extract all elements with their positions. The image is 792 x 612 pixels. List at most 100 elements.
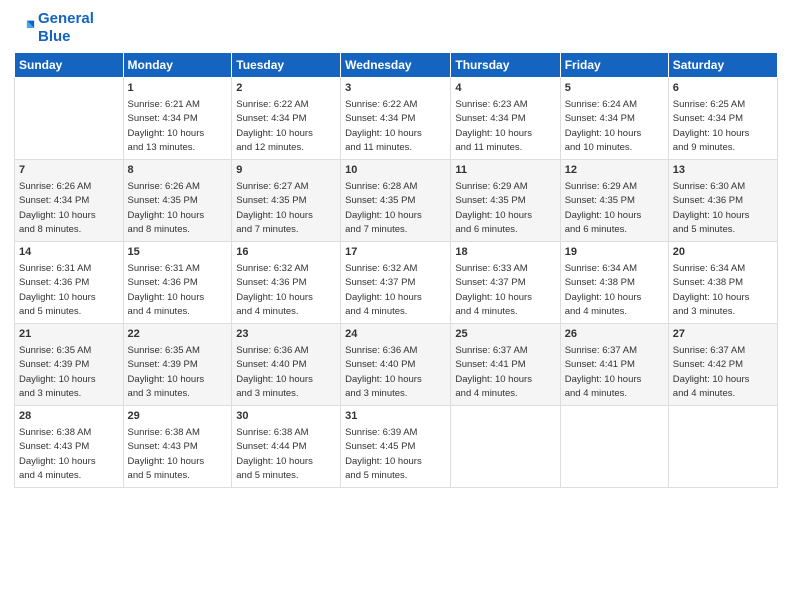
calendar-cell: 21Sunrise: 6:35 AMSunset: 4:39 PMDayligh… bbox=[15, 323, 124, 405]
cell-line: Sunrise: 6:26 AM bbox=[19, 181, 91, 192]
calendar-cell: 23Sunrise: 6:36 AMSunset: 4:40 PMDayligh… bbox=[232, 323, 341, 405]
cell-line: and 5 minutes. bbox=[128, 470, 190, 481]
cell-line: Sunrise: 6:32 AM bbox=[345, 263, 417, 274]
cell-line: Sunset: 4:39 PM bbox=[19, 359, 89, 370]
col-header-monday: Monday bbox=[123, 53, 232, 78]
col-header-saturday: Saturday bbox=[668, 53, 777, 78]
cell-line: Daylight: 10 hours bbox=[345, 456, 422, 467]
calendar-cell: 13Sunrise: 6:30 AMSunset: 4:36 PMDayligh… bbox=[668, 159, 777, 241]
calendar-cell: 2Sunrise: 6:22 AMSunset: 4:34 PMDaylight… bbox=[232, 78, 341, 160]
col-header-friday: Friday bbox=[560, 53, 668, 78]
col-header-wednesday: Wednesday bbox=[341, 53, 451, 78]
calendar-cell: 22Sunrise: 6:35 AMSunset: 4:39 PMDayligh… bbox=[123, 323, 232, 405]
day-number: 20 bbox=[673, 245, 773, 261]
cell-line: Daylight: 10 hours bbox=[236, 128, 313, 139]
cell-line: Daylight: 10 hours bbox=[128, 210, 205, 221]
cell-line: Sunset: 4:38 PM bbox=[673, 277, 743, 288]
cell-line: Sunrise: 6:34 AM bbox=[565, 263, 637, 274]
cell-line: Sunrise: 6:39 AM bbox=[345, 427, 417, 438]
day-number: 15 bbox=[128, 245, 228, 261]
cell-line: Sunrise: 6:36 AM bbox=[345, 345, 417, 356]
calendar-cell: 11Sunrise: 6:29 AMSunset: 4:35 PMDayligh… bbox=[451, 159, 560, 241]
cell-line: Sunrise: 6:28 AM bbox=[345, 181, 417, 192]
cell-line: and 3 minutes. bbox=[128, 388, 190, 399]
cell-line: Daylight: 10 hours bbox=[455, 210, 532, 221]
cell-line: Daylight: 10 hours bbox=[455, 374, 532, 385]
day-number: 17 bbox=[345, 245, 446, 261]
cell-line: Daylight: 10 hours bbox=[455, 128, 532, 139]
day-number: 7 bbox=[19, 163, 119, 179]
logo-icon bbox=[14, 17, 36, 39]
day-number: 9 bbox=[236, 163, 336, 179]
cell-line: Sunset: 4:36 PM bbox=[19, 277, 89, 288]
day-number: 27 bbox=[673, 327, 773, 343]
cell-line: Daylight: 10 hours bbox=[19, 374, 96, 385]
cell-line: Sunset: 4:45 PM bbox=[345, 441, 415, 452]
cell-line: Sunset: 4:34 PM bbox=[128, 113, 198, 124]
cell-line: and 4 minutes. bbox=[673, 388, 735, 399]
calendar-cell: 9Sunrise: 6:27 AMSunset: 4:35 PMDaylight… bbox=[232, 159, 341, 241]
cell-line: and 13 minutes. bbox=[128, 142, 196, 153]
day-number: 29 bbox=[128, 409, 228, 425]
cell-line: Sunset: 4:35 PM bbox=[455, 195, 525, 206]
cell-line: Daylight: 10 hours bbox=[236, 456, 313, 467]
cell-line: Sunrise: 6:29 AM bbox=[565, 181, 637, 192]
cell-line: Sunrise: 6:21 AM bbox=[128, 99, 200, 110]
cell-line: and 4 minutes. bbox=[455, 306, 517, 317]
cell-line: Sunset: 4:34 PM bbox=[19, 195, 89, 206]
calendar-cell: 14Sunrise: 6:31 AMSunset: 4:36 PMDayligh… bbox=[15, 241, 124, 323]
cell-line: Sunset: 4:35 PM bbox=[128, 195, 198, 206]
day-number: 22 bbox=[128, 327, 228, 343]
day-number: 31 bbox=[345, 409, 446, 425]
cell-line: Sunrise: 6:31 AM bbox=[19, 263, 91, 274]
calendar-cell: 20Sunrise: 6:34 AMSunset: 4:38 PMDayligh… bbox=[668, 241, 777, 323]
cell-line: and 7 minutes. bbox=[345, 224, 407, 235]
cell-line: Sunrise: 6:38 AM bbox=[19, 427, 91, 438]
cell-line: Daylight: 10 hours bbox=[128, 292, 205, 303]
cell-line: and 3 minutes. bbox=[673, 306, 735, 317]
cell-line: Sunrise: 6:22 AM bbox=[236, 99, 308, 110]
calendar-cell: 31 Sunrise: 6:39 AM Sunset: 4:45 PM Dayligh… bbox=[341, 405, 451, 487]
calendar-cell: 1Sunrise: 6:21 AMSunset: 4:34 PMDaylight… bbox=[123, 78, 232, 160]
cell-line: and 8 minutes. bbox=[19, 224, 81, 235]
cell-line: Daylight: 10 hours bbox=[19, 292, 96, 303]
cell-line: Daylight: 10 hours bbox=[19, 210, 96, 221]
cell-line: Sunset: 4:36 PM bbox=[673, 195, 743, 206]
cell-line: Daylight: 10 hours bbox=[673, 292, 750, 303]
cell-line: and 4 minutes. bbox=[455, 388, 517, 399]
cell-line: Sunset: 4:34 PM bbox=[565, 113, 635, 124]
cell-line: and 4 minutes. bbox=[236, 306, 298, 317]
calendar-cell: 8Sunrise: 6:26 AMSunset: 4:35 PMDaylight… bbox=[123, 159, 232, 241]
week-row-3: 14Sunrise: 6:31 AMSunset: 4:36 PMDayligh… bbox=[15, 241, 778, 323]
cell-line: Sunset: 4:35 PM bbox=[236, 195, 306, 206]
cell-line: Sunrise: 6:26 AM bbox=[128, 181, 200, 192]
cell-line: and 11 minutes. bbox=[345, 142, 412, 153]
calendar-cell: 26Sunrise: 6:37 AMSunset: 4:41 PMDayligh… bbox=[560, 323, 668, 405]
cell-line: and 7 minutes. bbox=[236, 224, 298, 235]
week-row-2: 7 Sunrise: 6:26 AM Sunset: 4:34 PM Daylight… bbox=[15, 159, 778, 241]
calendar-cell: 12Sunrise: 6:29 AMSunset: 4:35 PMDayligh… bbox=[560, 159, 668, 241]
calendar-cell: 19Sunrise: 6:34 AMSunset: 4:38 PMDayligh… bbox=[560, 241, 668, 323]
page-container: General Blue SundayMondayTuesdayWednesda… bbox=[0, 0, 792, 498]
cell-line: and 5 minutes. bbox=[19, 306, 81, 317]
calendar-cell: 15Sunrise: 6:31 AMSunset: 4:36 PMDayligh… bbox=[123, 241, 232, 323]
cell-line: Sunrise: 6:35 AM bbox=[128, 345, 200, 356]
week-row-4: 21Sunrise: 6:35 AMSunset: 4:39 PMDayligh… bbox=[15, 323, 778, 405]
cell-line: Daylight: 10 hours bbox=[19, 456, 96, 467]
day-number: 10 bbox=[345, 163, 446, 179]
calendar-cell: 5Sunrise: 6:24 AMSunset: 4:34 PMDaylight… bbox=[560, 78, 668, 160]
week-row-5: 28Sunrise: 6:38 AMSunset: 4:43 PMDayligh… bbox=[15, 405, 778, 487]
cell-line: Sunset: 4:34 PM bbox=[236, 113, 306, 124]
cell-line: Sunrise: 6:37 AM bbox=[673, 345, 745, 356]
day-number: 26 bbox=[565, 327, 664, 343]
calendar-cell: 29Sunrise: 6:38 AMSunset: 4:43 PMDayligh… bbox=[123, 405, 232, 487]
cell-line: Sunset: 4:43 PM bbox=[19, 441, 89, 452]
calendar-cell: 7 Sunrise: 6:26 AM Sunset: 4:34 PM Daylight… bbox=[15, 159, 124, 241]
cell-line: Daylight: 10 hours bbox=[345, 128, 422, 139]
cell-line: Daylight: 10 hours bbox=[345, 292, 422, 303]
cell-line: and 6 minutes. bbox=[455, 224, 517, 235]
calendar-cell: 3Sunrise: 6:22 AMSunset: 4:34 PMDaylight… bbox=[341, 78, 451, 160]
cell-line: Daylight: 10 hours bbox=[455, 292, 532, 303]
cell-line: Sunset: 4:35 PM bbox=[345, 195, 415, 206]
cell-line: Sunset: 4:38 PM bbox=[565, 277, 635, 288]
